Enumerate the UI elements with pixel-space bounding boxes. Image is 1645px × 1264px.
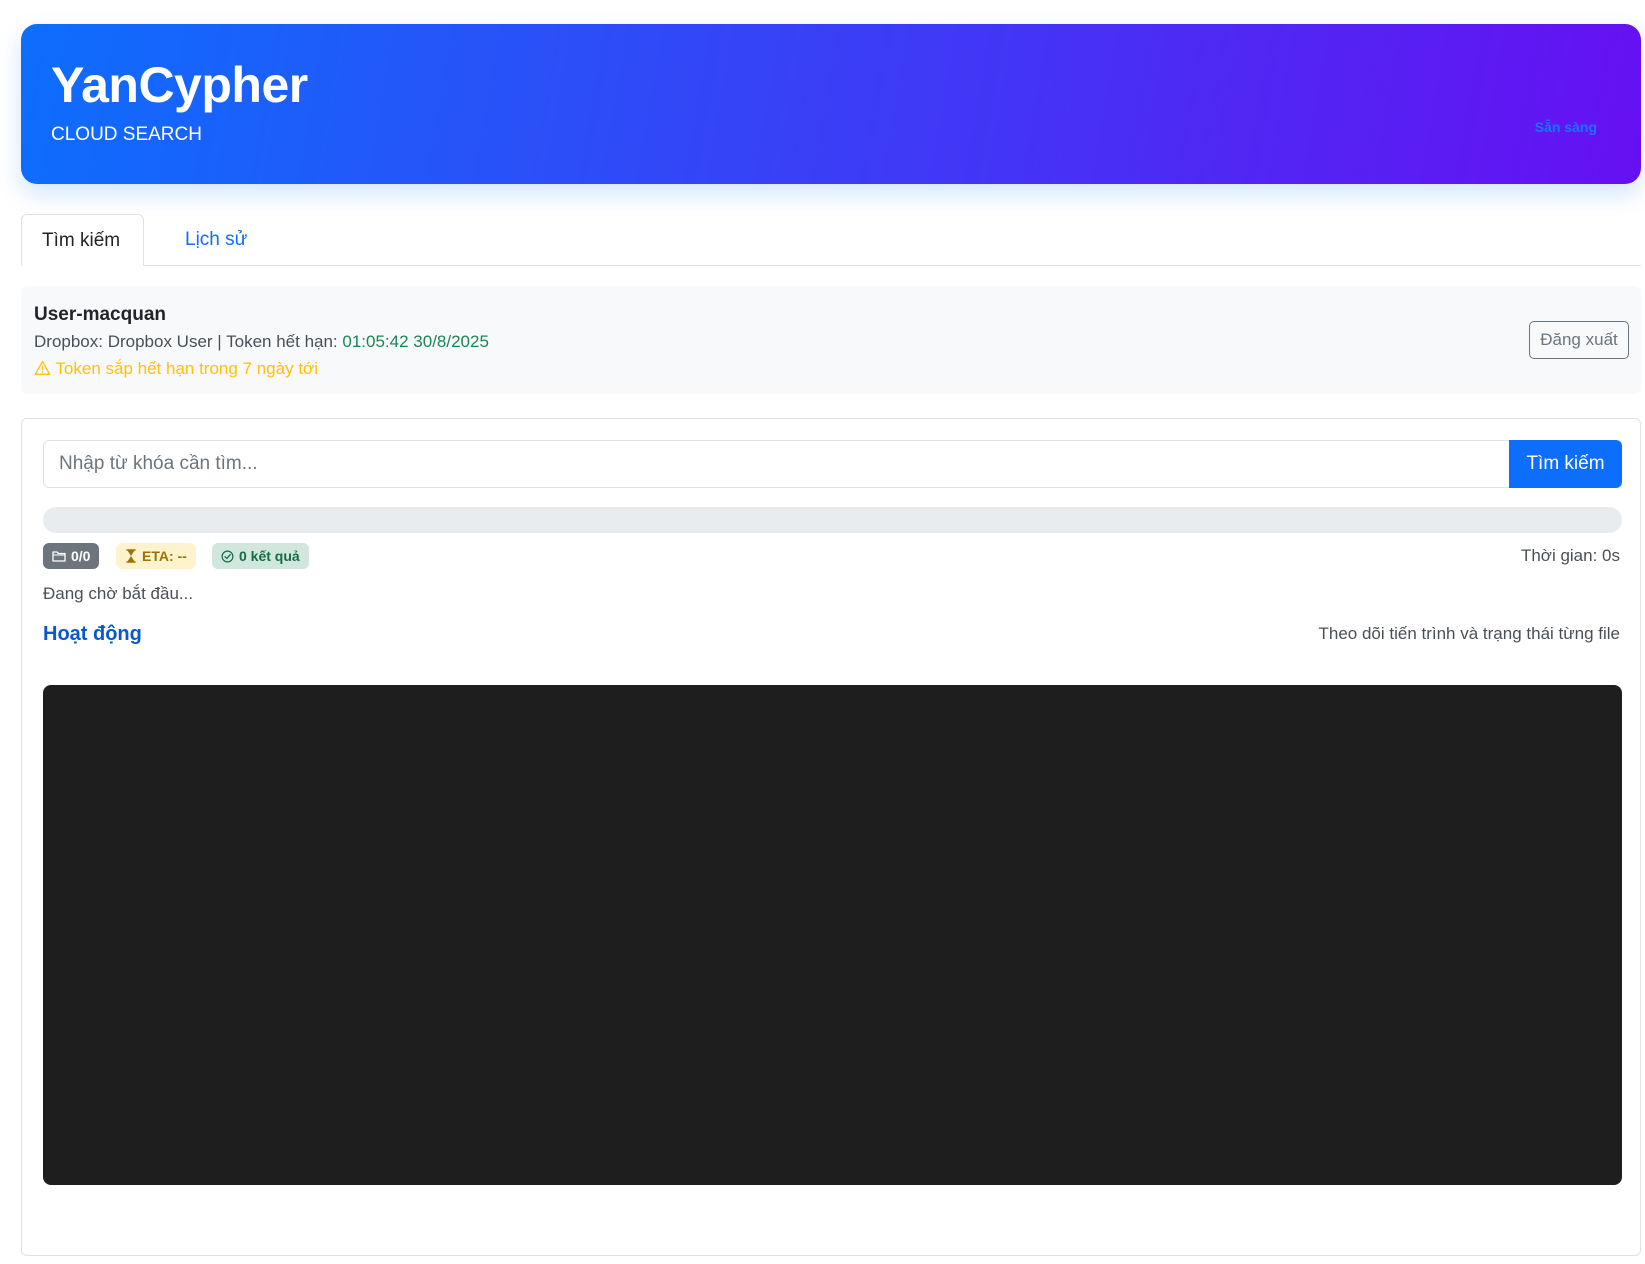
activity-title: Hoạt động (43, 623, 142, 645)
search-panel: Tìm kiếm 0/0 ETA: -- 0 kết quả Thờ (21, 418, 1641, 1256)
search-status-text: Đang chờ bắt đầu... (43, 584, 194, 603)
files-count: 0/0 (71, 548, 91, 564)
search-button[interactable]: Tìm kiếm (1509, 440, 1622, 488)
user-name: User-macquan (34, 304, 166, 325)
tab-bar: Tìm kiếm Lịch sử (21, 214, 1641, 266)
token-warning-text: Token sắp hết hạn trong 7 ngày tới (55, 359, 318, 378)
folder-icon (52, 551, 66, 562)
results-badge: 0 kết quả (212, 543, 309, 569)
tab-history[interactable]: Lịch sử (165, 214, 267, 266)
logout-button[interactable]: Đăng xuất (1529, 321, 1629, 359)
files-count-badge: 0/0 (43, 543, 100, 569)
eta-badge: ETA: -- (116, 543, 196, 569)
search-input[interactable] (43, 440, 1509, 488)
account-info-text: Dropbox: Dropbox User | Token hết hạn: (34, 332, 343, 351)
warning-triangle-icon (34, 360, 51, 375)
app-header: YanCypher CLOUD SEARCH Sẵn sàng (21, 24, 1641, 184)
app-title: YanCypher (51, 57, 308, 113)
activity-console[interactable] (43, 685, 1622, 1185)
elapsed-time: Thời gian: 0s (1520, 546, 1620, 565)
activity-description: Theo dõi tiến trình và trạng thái từng f… (1318, 624, 1620, 643)
user-card: User-macquan Dropbox: Dropbox User | Tok… (21, 286, 1641, 394)
user-info: Dropbox: Dropbox User | Token hết hạn: 0… (34, 332, 489, 352)
token-expiry: 01:05:42 30/8/2025 (342, 332, 489, 351)
token-warning: Token sắp hết hạn trong 7 ngày tới (34, 359, 318, 379)
results-count: 0 kết quả (239, 548, 300, 564)
app-subtitle: CLOUD SEARCH (51, 124, 202, 145)
tab-search[interactable]: Tìm kiếm (21, 214, 144, 266)
eta-text: ETA: -- (142, 548, 187, 564)
hourglass-icon (126, 549, 136, 563)
check-circle-icon (221, 550, 234, 562)
status-badge: Sẵn sàng (1534, 119, 1597, 135)
progress-bar (43, 507, 1622, 533)
